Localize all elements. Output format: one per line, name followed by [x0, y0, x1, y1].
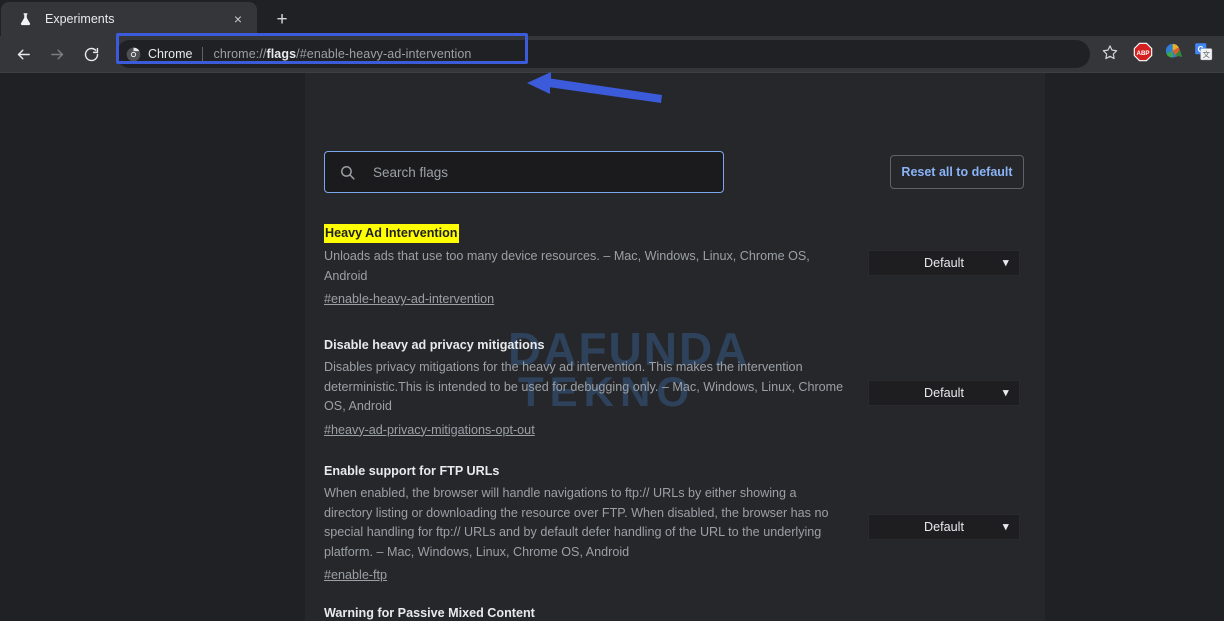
new-tab-button[interactable]: + [267, 4, 297, 34]
flag-value-select[interactable]: Default ▾ [868, 380, 1020, 406]
extension-google-translate-button[interactable]: G 文 [1190, 41, 1216, 67]
flag-id-link[interactable]: #enable-heavy-ad-intervention [324, 290, 494, 309]
flag-info: Disable heavy ad privacy mitigations Dis… [324, 336, 844, 439]
flag-row: Disable heavy ad privacy mitigations Dis… [324, 336, 1020, 439]
chrome-chip-label: Chrome [148, 47, 193, 61]
search-flags-box[interactable] [324, 151, 724, 193]
flag-value-select[interactable]: Default ▾ [868, 514, 1020, 540]
flag-info: Warning for Passive Mixed Content Causes… [324, 604, 844, 621]
flags-list: Heavy Ad Intervention Unloads ads that u… [0, 196, 1224, 621]
svg-text:ABP: ABP [1137, 49, 1150, 56]
star-icon [1102, 44, 1118, 65]
flag-title: Enable support for FTP URLs [324, 464, 500, 478]
flag-row: Enable support for FTP URLs When enabled… [324, 462, 1020, 585]
chrome-logo-icon [126, 47, 141, 62]
chevron-down-icon: ▾ [1002, 255, 1009, 270]
flag-row: Heavy Ad Intervention Unloads ads that u… [324, 224, 1020, 309]
flag-description: Disables privacy mitigations for the hea… [324, 360, 844, 414]
forward-arrow-icon [49, 46, 66, 63]
flag-value-select[interactable]: Default ▾ [868, 250, 1020, 276]
back-button[interactable] [8, 39, 38, 69]
forward-button[interactable] [42, 39, 72, 69]
flag-select-wrap: Default ▾ [868, 514, 1020, 540]
search-input[interactable] [373, 164, 709, 180]
url-host: flags [266, 47, 297, 61]
flag-description: When enabled, the browser will handle na… [324, 486, 829, 559]
flag-id-link[interactable]: #heavy-ad-privacy-mitigations-opt-out [324, 421, 535, 440]
back-arrow-icon [15, 46, 32, 63]
url-scheme: chrome:// [213, 47, 267, 61]
flag-description: Unloads ads that use too many device res… [324, 249, 810, 283]
flags-header: Reset all to default [0, 73, 1224, 196]
flask-icon [17, 11, 33, 27]
chevron-down-icon: ▾ [1002, 519, 1009, 534]
chrome-flags-page: DAFUNDA TEKNO Reset all to default Heavy… [0, 72, 1224, 621]
svg-text:文: 文 [1202, 49, 1210, 59]
flag-value-label: Default [924, 520, 964, 534]
flag-title: Warning for Passive Mixed Content [324, 606, 535, 620]
reload-button[interactable] [76, 39, 106, 69]
omnibox-url: chrome://flags/#enable-heavy-ad-interven… [213, 47, 471, 61]
flag-id-link[interactable]: #enable-ftp [324, 566, 387, 585]
browser-tab-experiments[interactable]: Experiments × [1, 2, 257, 36]
google-translate-icon: G 文 [1194, 42, 1213, 66]
flag-title-wrap: Heavy Ad Intervention [324, 224, 844, 247]
tab-strip: Experiments × + [0, 0, 1224, 36]
chevron-down-icon: ▾ [1002, 385, 1009, 400]
flag-value-label: Default [924, 386, 964, 400]
colorful-extension-icon [1164, 42, 1183, 66]
flag-title-wrap: Enable support for FTP URLs [324, 462, 844, 484]
flag-title-wrap: Warning for Passive Mixed Content [324, 604, 844, 621]
adblock-plus-icon: ABP [1133, 42, 1153, 67]
omnibox-container: Chrome chrome://flags/#enable-heavy-ad-i… [116, 33, 1090, 68]
flag-title: Heavy Ad Intervention [324, 224, 459, 243]
search-icon [339, 164, 359, 181]
reset-all-to-default-button[interactable]: Reset all to default [890, 155, 1024, 189]
flag-info: Heavy Ad Intervention Unloads ads that u… [324, 224, 844, 309]
browser-toolbar: Chrome chrome://flags/#enable-heavy-ad-i… [0, 33, 1224, 103]
flag-title-wrap: Disable heavy ad privacy mitigations [324, 336, 844, 358]
reload-icon [83, 46, 100, 63]
omnibox-divider [202, 46, 204, 62]
close-icon[interactable]: × [229, 10, 247, 28]
chrome-chip: Chrome [126, 47, 192, 62]
flag-select-wrap: Default ▾ [868, 380, 1020, 406]
extension-colorful-button[interactable] [1160, 41, 1186, 67]
flag-row: Warning for Passive Mixed Content Causes… [324, 604, 1020, 621]
tab-title: Experiments [45, 12, 115, 26]
flag-info: Enable support for FTP URLs When enabled… [324, 462, 844, 585]
flag-title: Disable heavy ad privacy mitigations [324, 338, 545, 352]
extension-adblock-plus-button[interactable]: ABP [1130, 41, 1156, 67]
bookmark-button[interactable] [1096, 40, 1124, 68]
flag-select-wrap: Default ▾ [868, 250, 1020, 276]
flag-value-label: Default [924, 256, 964, 270]
address-bar[interactable]: Chrome chrome://flags/#enable-heavy-ad-i… [116, 40, 1090, 68]
url-path: /#enable-heavy-ad-intervention [296, 47, 472, 61]
